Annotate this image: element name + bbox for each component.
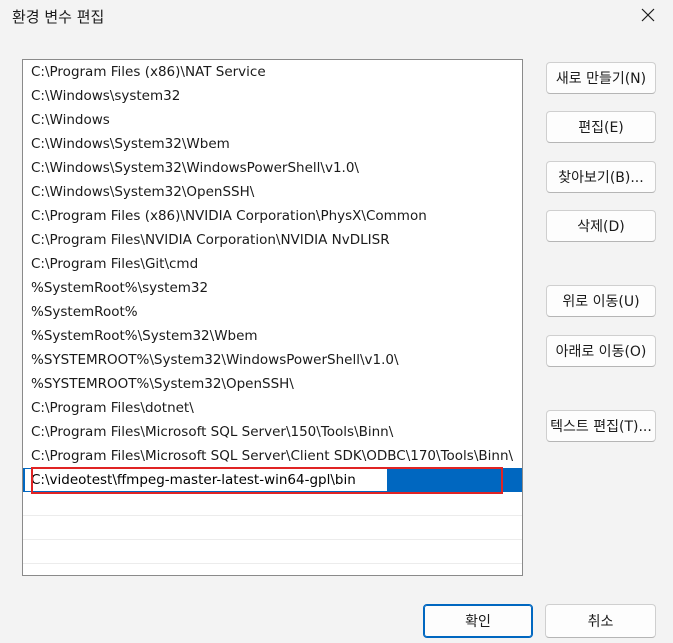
list-item[interactable]: C:\Windows\System32\WindowsPowerShell\v1… xyxy=(23,156,522,180)
list-item[interactable]: %SystemRoot% xyxy=(23,300,522,324)
empty-row xyxy=(23,540,522,564)
list-item[interactable]: C:\Program Files\dotnet\ xyxy=(23,396,522,420)
delete-button[interactable]: 삭제(D) xyxy=(546,210,656,242)
list-item[interactable]: C:\Program Files (x86)\NVIDIA Corporatio… xyxy=(23,204,522,228)
list-item[interactable]: C:\Windows\system32 xyxy=(23,84,522,108)
title-bar: 환경 변수 편집 xyxy=(0,0,673,34)
list-item[interactable]: C:\Windows xyxy=(23,108,522,132)
window-title: 환경 변수 편집 xyxy=(12,8,105,26)
empty-row xyxy=(23,492,522,516)
edit-button[interactable]: 편집(E) xyxy=(546,111,656,143)
list-item[interactable]: C:\Program Files\Git\cmd xyxy=(23,252,522,276)
list-item[interactable]: C:\Program Files\Microsoft SQL Server\15… xyxy=(23,420,522,444)
list-item[interactable]: %SystemRoot%\system32 xyxy=(23,276,522,300)
move-down-button[interactable]: 아래로 이동(O) xyxy=(546,335,656,367)
empty-row xyxy=(23,564,522,575)
close-icon xyxy=(641,8,655,26)
close-button[interactable] xyxy=(631,2,665,32)
list-item[interactable]: %SYSTEMROOT%\System32\WindowsPowerShell\… xyxy=(23,348,522,372)
ok-button[interactable]: 확인 xyxy=(423,604,533,638)
browse-button[interactable]: 찾아보기(B)... xyxy=(546,161,656,193)
cancel-button[interactable]: 취소 xyxy=(545,604,656,638)
list-item[interactable]: C:\Program Files\NVIDIA Corporation\NVID… xyxy=(23,228,522,252)
list-item[interactable]: C:\Program Files\Microsoft SQL Server\Cl… xyxy=(23,444,522,468)
new-button[interactable]: 새로 만들기(N) xyxy=(546,62,656,94)
path-edit-input[interactable] xyxy=(25,469,387,491)
list-item[interactable]: %SystemRoot%\System32\Wbem xyxy=(23,324,522,348)
list-item-editing[interactable] xyxy=(23,468,522,492)
empty-row xyxy=(23,516,522,540)
move-up-button[interactable]: 위로 이동(U) xyxy=(546,285,656,317)
list-item[interactable]: %SYSTEMROOT%\System32\OpenSSH\ xyxy=(23,372,522,396)
list-item[interactable]: C:\Program Files (x86)\NAT Service xyxy=(23,60,522,84)
list-item[interactable]: C:\Windows\System32\OpenSSH\ xyxy=(23,180,522,204)
edit-text-button[interactable]: 텍스트 편집(T)... xyxy=(546,410,656,442)
list-item[interactable]: C:\Windows\System32\Wbem xyxy=(23,132,522,156)
path-list[interactable]: C:\Program Files (x86)\NAT Service C:\Wi… xyxy=(22,59,523,576)
